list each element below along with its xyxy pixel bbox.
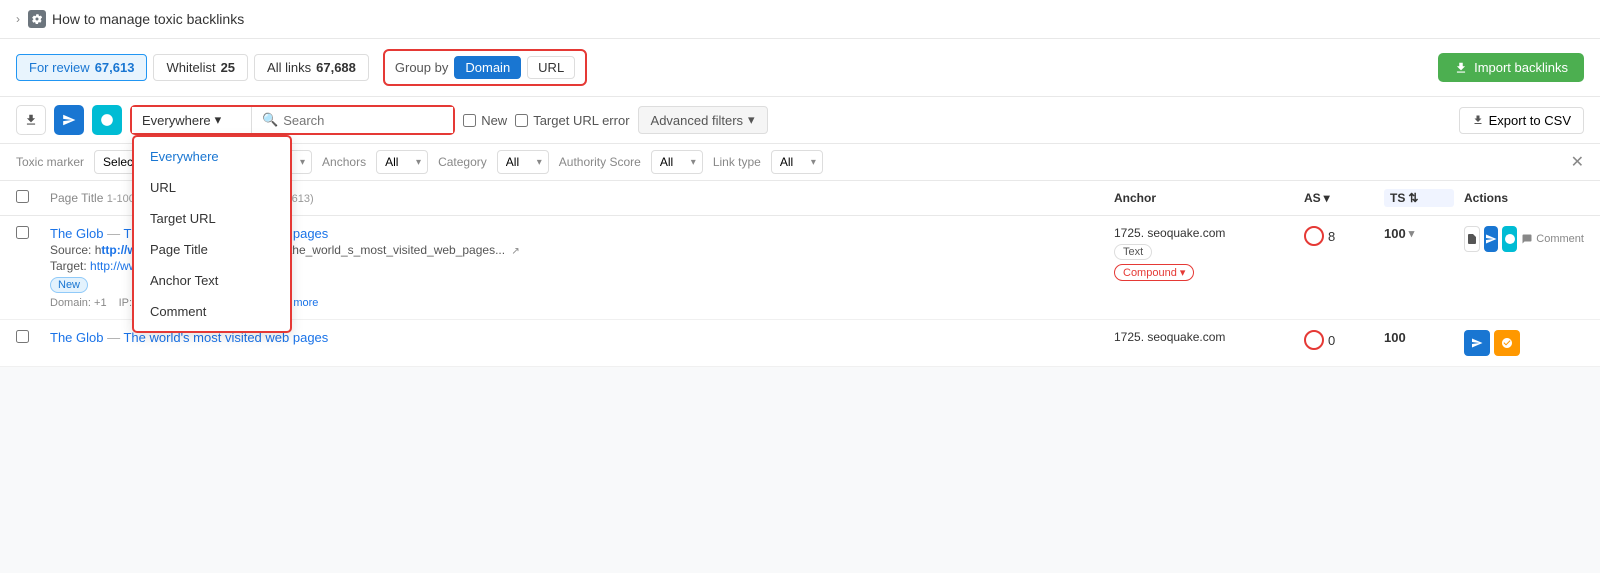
target-error-checkbox-wrap: Target URL error	[515, 113, 629, 128]
dropdown-item-target-url[interactable]: Target URL	[134, 203, 290, 234]
dropdown-item-comment[interactable]: Comment	[134, 296, 290, 327]
col-actions-val	[1464, 330, 1584, 356]
category-select[interactable]: All	[497, 150, 549, 174]
new-badge: New	[50, 277, 88, 293]
anchors-select[interactable]: All	[376, 150, 428, 174]
meta-domain[interactable]: Domain: +1	[50, 297, 107, 309]
search-area: Everywhere ▾ 🔍 Everywhere URL Target URL…	[130, 105, 455, 135]
export-icon-btn[interactable]	[16, 105, 46, 135]
ts-arrow[interactable]: ▾	[1409, 227, 1415, 240]
tab-bar: For review 67,613 Whitelist 25 All links…	[0, 39, 1600, 97]
breadcrumb-arrow[interactable]: ›	[16, 12, 20, 26]
group-by-url-btn[interactable]: URL	[527, 56, 575, 79]
new-checkbox[interactable]	[463, 114, 476, 127]
action-send-btn[interactable]	[1484, 226, 1499, 252]
action-send-btn[interactable]	[1464, 330, 1490, 356]
col-anchor-val: 1725. seoquake.com Text Compound ▾	[1114, 226, 1294, 281]
anchor-domain: 1725. seoquake.com	[1114, 330, 1294, 344]
anchor-text-badge: Text	[1114, 244, 1152, 260]
link-type-select[interactable]: All	[771, 150, 823, 174]
breadcrumb-title: How to manage toxic backlinks	[52, 11, 244, 27]
new-checkbox-wrap: New	[463, 113, 507, 128]
search-input-wrap: 🔍	[252, 107, 453, 133]
breadcrumb-bar: › How to manage toxic backlinks	[0, 0, 1600, 39]
group-by-domain-btn[interactable]: Domain	[454, 56, 521, 79]
col-ts-header[interactable]: TS ⇅	[1384, 189, 1454, 207]
gear-icon	[28, 10, 46, 28]
action-export-btn[interactable]	[1464, 226, 1480, 252]
select-all-checkbox[interactable]	[16, 190, 29, 203]
dropdown-item-url[interactable]: URL	[134, 172, 290, 203]
export-csv-button[interactable]: Export to CSV	[1459, 107, 1584, 134]
row-checkbox[interactable]	[16, 330, 29, 343]
import-backlinks-button[interactable]: Import backlinks	[1438, 53, 1584, 82]
anchors-label: Anchors	[322, 155, 366, 169]
location-dropdown-menu: Everywhere URL Target URL Page Title Anc…	[132, 135, 292, 333]
close-filters-button[interactable]: ✕	[1571, 152, 1584, 172]
col-actions-val: Comment	[1464, 226, 1584, 252]
as-score-circle	[1304, 330, 1324, 350]
anchor-domain: 1725. seoquake.com	[1114, 226, 1294, 240]
col-ts-val: 100	[1384, 330, 1454, 345]
header-checkbox-col	[16, 190, 40, 206]
action-block-btn[interactable]	[1502, 226, 1517, 252]
dropdown-item-everywhere[interactable]: Everywhere	[134, 141, 290, 172]
dropdown-item-page-title[interactable]: Page Title	[134, 234, 290, 265]
target-error-checkbox[interactable]	[515, 114, 528, 127]
category-select-wrap: All	[497, 150, 549, 174]
row-checkbox-col	[16, 226, 40, 242]
col-ts-val: 100 ▾	[1384, 226, 1454, 241]
location-dropdown[interactable]: Everywhere ▾	[132, 107, 252, 133]
external-link-icon[interactable]: ↗	[511, 246, 519, 257]
advanced-filters-button[interactable]: Advanced filters ▾	[638, 106, 768, 134]
category-label: Category	[438, 155, 487, 169]
toxic-marker-label: Toxic marker	[16, 155, 84, 169]
group-by-section: Group by Domain URL	[383, 49, 587, 86]
dropdown-item-anchor-text[interactable]: Anchor Text	[134, 265, 290, 296]
col-actions-header: Actions	[1464, 191, 1584, 205]
link-type-label: Link type	[713, 155, 761, 169]
authority-score-label: Authority Score	[559, 155, 641, 169]
filter-bar: Everywhere ▾ 🔍 Everywhere URL Target URL…	[0, 97, 1600, 144]
action-orange-btn[interactable]	[1494, 330, 1520, 356]
send-icon-btn[interactable]	[54, 105, 84, 135]
tab-all-links[interactable]: All links 67,688	[254, 54, 369, 81]
anchors-select-wrap: All	[376, 150, 428, 174]
row-checkbox-col	[16, 330, 40, 346]
comment-button[interactable]: Comment	[1521, 233, 1584, 245]
tab-whitelist[interactable]: Whitelist 25	[153, 54, 248, 81]
link-type-select-wrap: All	[771, 150, 823, 174]
authority-score-select-wrap: All	[651, 150, 703, 174]
col-as-val: 0	[1304, 330, 1374, 350]
col-as-header: AS ▾	[1304, 191, 1374, 205]
tab-for-review[interactable]: For review 67,613	[16, 54, 147, 81]
filter-icon-btn[interactable]	[92, 105, 122, 135]
search-icon: 🔍	[262, 112, 278, 128]
authority-score-select[interactable]: All	[651, 150, 703, 174]
row-checkbox[interactable]	[16, 226, 29, 239]
anchor-compound-badge[interactable]: Compound ▾	[1114, 264, 1194, 281]
search-input[interactable]	[283, 113, 443, 128]
col-anchor-val: 1725. seoquake.com	[1114, 330, 1294, 348]
col-anchor-header: Anchor	[1114, 191, 1294, 205]
col-as-val: 8	[1304, 226, 1374, 246]
group-by-label: Group by	[395, 60, 448, 75]
as-score-circle	[1304, 226, 1324, 246]
